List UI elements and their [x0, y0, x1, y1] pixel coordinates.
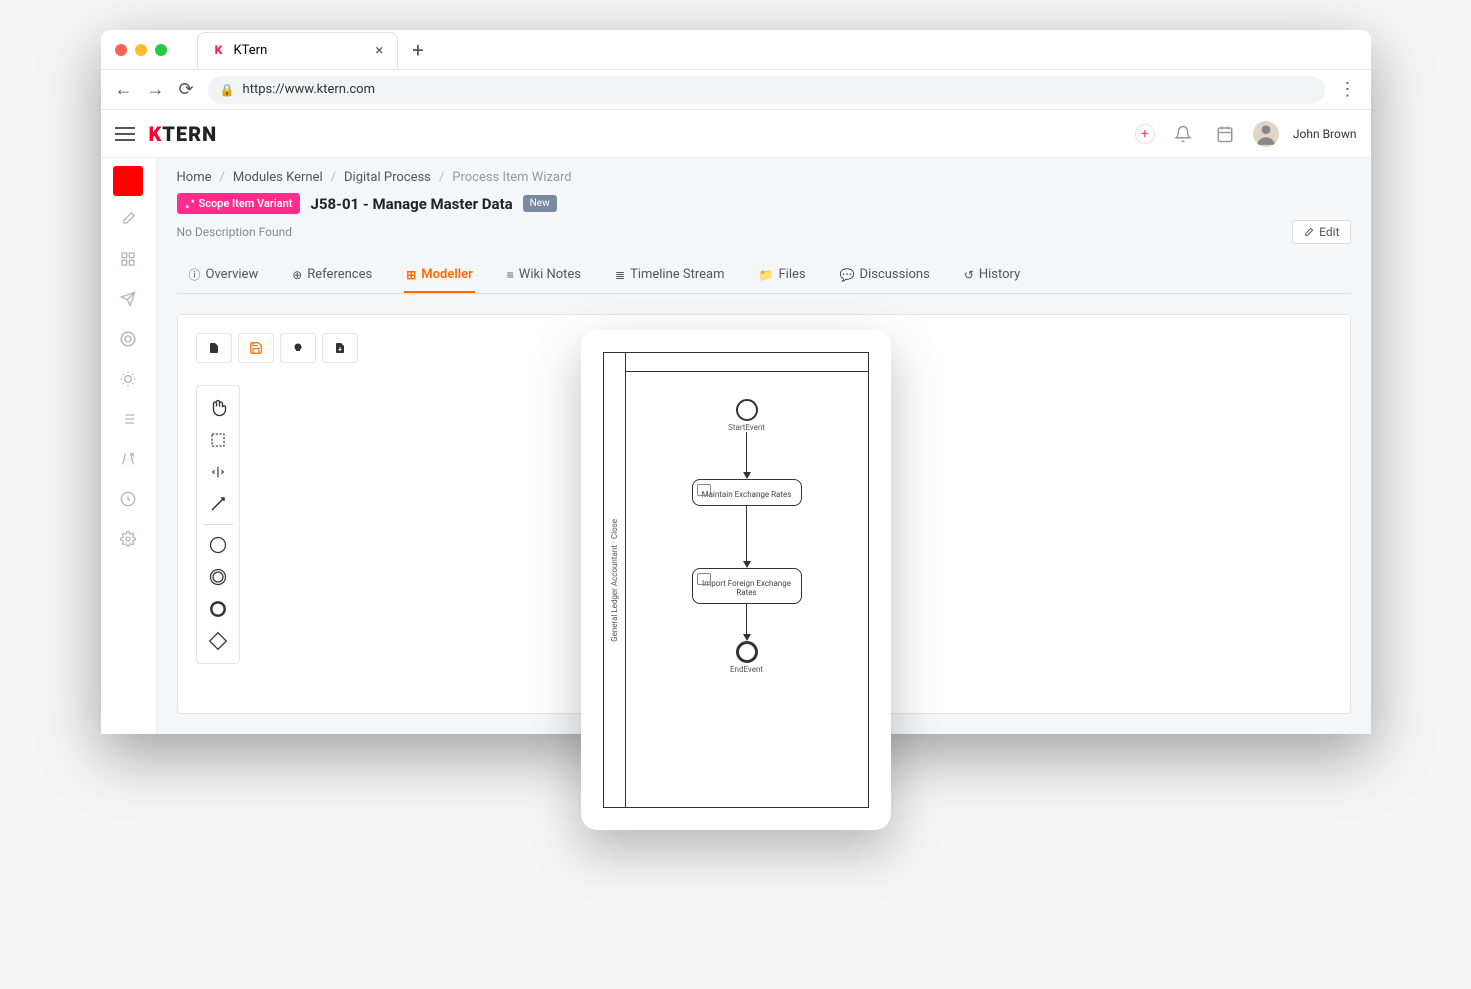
tool-new-button[interactable] — [196, 333, 232, 363]
close-window-button[interactable] — [115, 44, 127, 56]
description-row: No Description Found Edit — [177, 220, 1351, 244]
history-icon: ↺ — [964, 268, 974, 282]
bpmn-preview-card: General Ledger Accountant · Close StartE… — [581, 330, 891, 830]
palette-hand-tool[interactable] — [200, 392, 236, 424]
palette-end-event[interactable] — [200, 593, 236, 625]
bpmn-task-1: Maintain Exchange Rates — [692, 479, 802, 506]
tab-modeller[interactable]: ⊞Modeller — [404, 258, 475, 293]
bpmn-task-2: Import Foreign Exchange Rates — [692, 568, 802, 604]
add-button[interactable]: + — [1135, 124, 1155, 144]
tab-favicon-icon: K — [212, 43, 226, 57]
window-titlebar: K KTern × + — [101, 30, 1371, 70]
breadcrumb-digital-process[interactable]: Digital Process — [344, 170, 431, 185]
nav-back-button[interactable]: ← — [115, 79, 133, 100]
sidebar-item-6[interactable] — [111, 402, 145, 436]
app-logo[interactable]: KTERN — [149, 122, 218, 146]
browser-window: K KTern × + ← → ⟳ 🔒 https://www.ktern.co… — [101, 30, 1371, 734]
url-text: https://www.ktern.com — [243, 82, 375, 97]
sidebar-item-5[interactable] — [111, 362, 145, 396]
tab-wiki-notes[interactable]: ≡Wiki Notes — [505, 258, 583, 293]
app-topbar: KTERN + John Brown — [101, 110, 1371, 158]
tab-overview[interactable]: ⓘOverview — [187, 258, 261, 293]
sidebar-item-7[interactable] — [111, 442, 145, 476]
logo-rest: TERN — [162, 122, 217, 146]
logo-prefix: K — [149, 122, 163, 146]
maximize-window-button[interactable] — [155, 44, 167, 56]
sidebar-item-8[interactable] — [111, 482, 145, 516]
palette-start-event[interactable] — [200, 529, 236, 561]
bpmn-end-event — [736, 641, 758, 663]
topbar-right: + John Brown — [1135, 120, 1357, 148]
tab-files[interactable]: 📁Files — [757, 258, 808, 293]
nav-forward-button[interactable]: → — [147, 79, 165, 100]
user-avatar[interactable] — [1253, 121, 1279, 147]
browser-menu-button[interactable]: ⋮ — [1339, 79, 1357, 100]
palette-lasso-tool[interactable] — [200, 424, 236, 456]
sidebar-item-1[interactable] — [111, 202, 145, 236]
palette-space-tool[interactable] — [200, 456, 236, 488]
window-controls — [115, 44, 167, 56]
minimize-window-button[interactable] — [135, 44, 147, 56]
tab-timeline-stream[interactable]: ≣Timeline Stream — [613, 258, 727, 293]
lane-title: General Ledger Accountant · Close — [610, 519, 619, 642]
shape-palette — [196, 385, 240, 664]
tool-export-button[interactable] — [322, 333, 358, 363]
folder-icon: 📁 — [759, 268, 774, 282]
content-tabs: ⓘOverview ⊕References ⊞Modeller ≡Wiki No… — [177, 258, 1351, 294]
wiki-icon: ≡ — [507, 268, 514, 282]
tab-title: KTern — [234, 43, 268, 58]
info-icon: ⓘ — [189, 266, 201, 283]
palette-connect-tool[interactable] — [200, 488, 236, 520]
scope-variant-badge: Scope Item Variant — [177, 193, 301, 214]
user-name: John Brown — [1293, 127, 1357, 141]
bpmn-end-label: EndEvent — [730, 665, 763, 674]
breadcrumb: Home / Modules Kernel / Digital Process … — [177, 170, 1351, 185]
menu-toggle-button[interactable] — [115, 127, 135, 141]
sidebar-app-tile[interactable] — [113, 166, 143, 196]
bpmn-start-event — [736, 399, 758, 421]
notifications-icon[interactable] — [1169, 120, 1197, 148]
sidebar-item-2[interactable] — [111, 242, 145, 276]
palette-gateway[interactable] — [200, 625, 236, 657]
bpmn-start-label: StartEvent — [728, 423, 765, 432]
bpmn-lane-body: StartEvent Maintain Exchange Rates Impor… — [626, 353, 868, 807]
sidebar-item-4[interactable] — [111, 322, 145, 356]
tool-lightbulb-button[interactable] — [280, 333, 316, 363]
palette-intermediate-event[interactable] — [200, 561, 236, 593]
address-bar: ← → ⟳ 🔒 https://www.ktern.com ⋮ — [101, 70, 1371, 110]
new-tab-button[interactable]: + — [412, 38, 423, 62]
modeller-icon: ⊞ — [406, 268, 416, 282]
chat-icon: 💬 — [840, 268, 855, 282]
browser-tab[interactable]: K KTern × — [197, 32, 399, 67]
breadcrumb-home[interactable]: Home — [177, 170, 212, 185]
url-input[interactable]: 🔒 https://www.ktern.com — [208, 76, 1325, 104]
tab-discussions[interactable]: 💬Discussions — [838, 258, 932, 293]
references-icon: ⊕ — [292, 268, 302, 282]
left-sidebar — [101, 158, 157, 734]
breadcrumb-modules[interactable]: Modules Kernel — [233, 170, 323, 185]
bpmn-diagram: General Ledger Accountant · Close StartE… — [603, 352, 869, 808]
breadcrumb-current: Process Item Wizard — [452, 170, 571, 185]
calendar-icon[interactable] — [1211, 120, 1239, 148]
timeline-icon: ≣ — [615, 268, 625, 282]
sidebar-item-3[interactable] — [111, 282, 145, 316]
nav-reload-button[interactable]: ⟳ — [179, 79, 194, 100]
tab-references[interactable]: ⊕References — [290, 258, 374, 293]
sidebar-item-9[interactable] — [111, 522, 145, 556]
tab-history[interactable]: ↺History — [962, 258, 1022, 293]
edit-button[interactable]: Edit — [1292, 220, 1350, 244]
description-text: No Description Found — [177, 225, 292, 239]
lock-icon: 🔒 — [220, 83, 235, 97]
tab-close-icon[interactable]: × — [375, 41, 383, 59]
new-badge: New — [523, 195, 557, 212]
title-row: Scope Item Variant J58-01 - Manage Maste… — [177, 193, 1351, 214]
bpmn-lane-header: General Ledger Accountant · Close — [604, 353, 626, 807]
tool-save-button[interactable] — [238, 333, 274, 363]
page-title: J58-01 - Manage Master Data — [310, 195, 512, 213]
